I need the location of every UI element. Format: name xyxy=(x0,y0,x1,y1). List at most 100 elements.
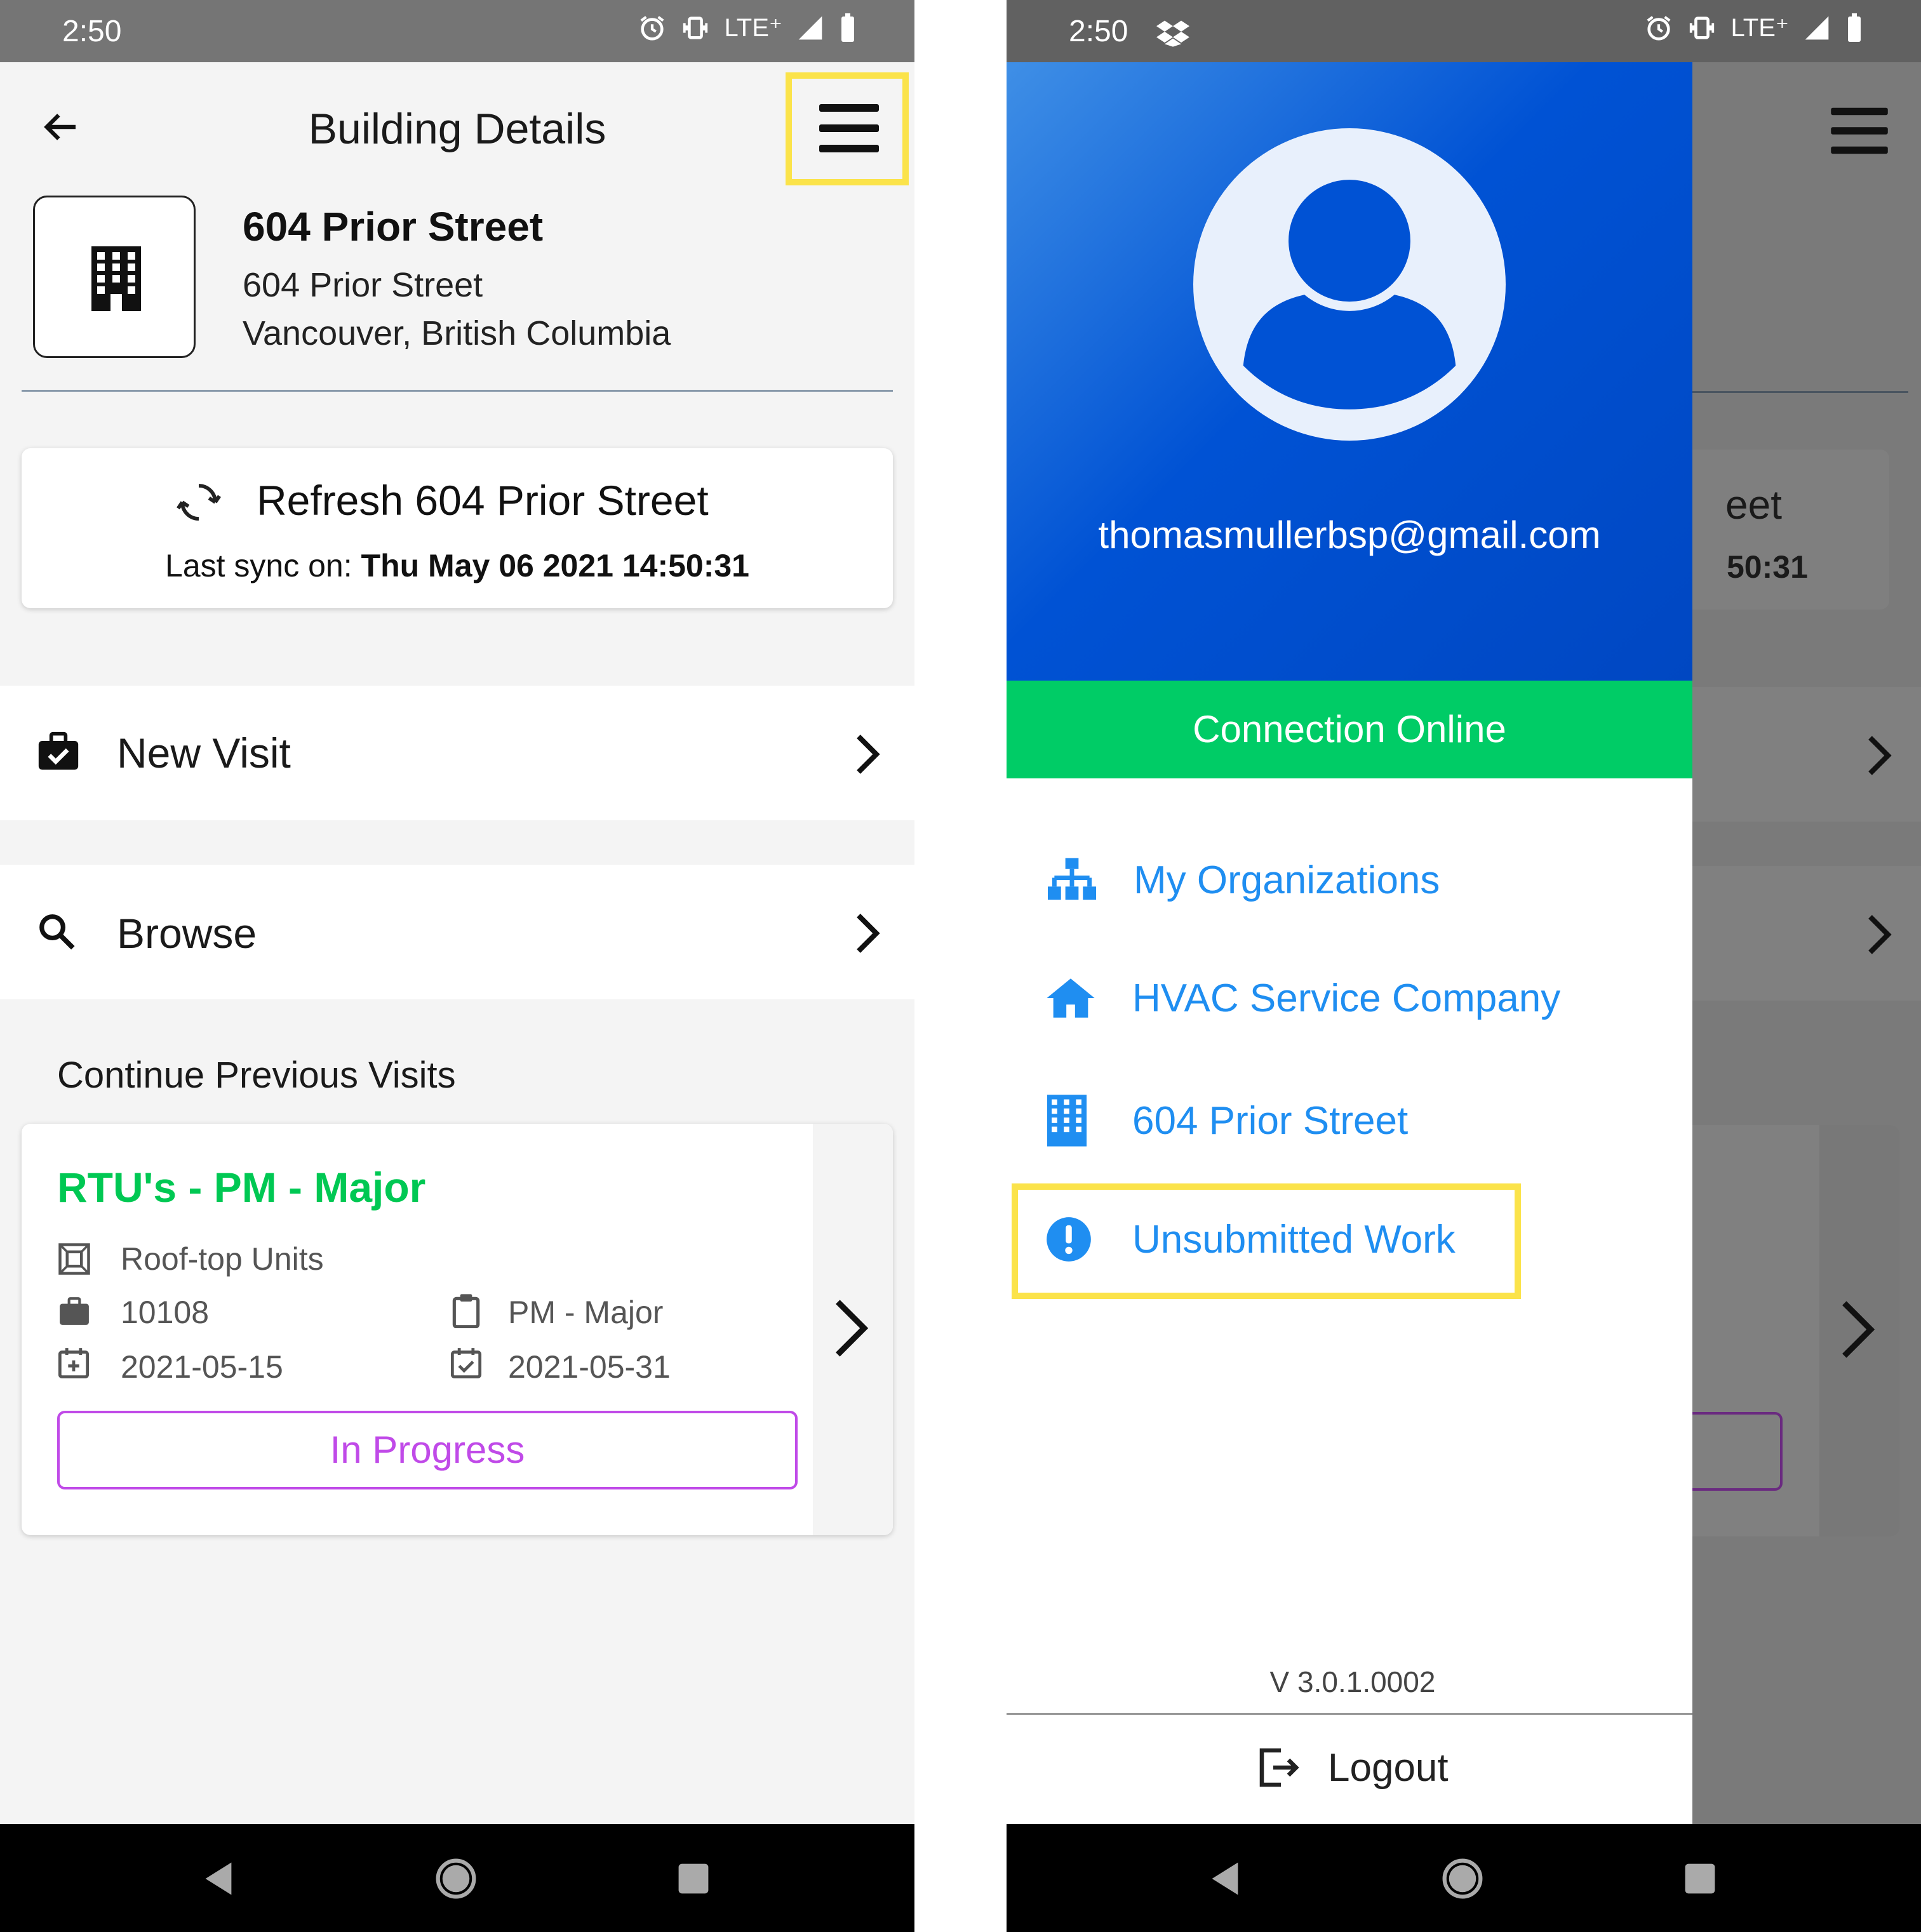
visit-card[interactable]: RTU's - PM - Major Roof-top Units 10108 … xyxy=(22,1124,893,1535)
calendar-check-icon xyxy=(450,1348,482,1379)
alarm-icon xyxy=(640,16,664,41)
chevron-right-icon xyxy=(1868,915,1892,954)
logout-button[interactable]: Logout xyxy=(1254,1745,1449,1790)
drawer-item-hvac-service-company[interactable]: HVAC Service Company xyxy=(1045,975,1560,1021)
divider xyxy=(22,390,893,392)
briefcase-icon xyxy=(60,1297,89,1325)
vibrate-icon xyxy=(1690,17,1715,39)
background-sync-fragment: 50:31 xyxy=(1727,549,1808,585)
chevron-right-icon xyxy=(1868,736,1892,775)
previous-visits-heading: Continue Previous Visits xyxy=(57,1055,456,1096)
status-bar: 2:50 LTE⁺ xyxy=(1007,0,1921,62)
connection-status-bar: Connection Online xyxy=(1007,681,1692,778)
browse-label: Browse xyxy=(117,910,257,957)
background-hamburger xyxy=(1831,105,1888,156)
recents-nav-icon[interactable] xyxy=(1683,1862,1717,1895)
visit-start-date: 2021-05-15 xyxy=(121,1349,283,1385)
background-visit-card xyxy=(1680,1125,1899,1536)
briefcase-check-icon xyxy=(38,731,79,770)
drawer-item-label: 604 Prior Street xyxy=(1132,1098,1409,1143)
drawer-item-label: HVAC Service Company xyxy=(1132,976,1561,1020)
nav-bar xyxy=(0,1824,914,1932)
visit-type: PM - Major xyxy=(508,1295,664,1330)
chevron-right-icon xyxy=(857,914,880,953)
home-nav-icon[interactable] xyxy=(434,1857,478,1900)
last-sync: Last sync on: Thu May 06 2021 14:50:31 xyxy=(22,547,893,584)
visit-card-chevron-area[interactable] xyxy=(813,1124,893,1535)
clipboard-icon xyxy=(452,1294,480,1328)
asset-icon xyxy=(58,1243,90,1275)
left-screen: 2:50 LTE⁺ Building Details 604 Prior Str… xyxy=(0,0,914,1932)
status-icons: LTE⁺ xyxy=(1644,13,1864,43)
chevron-right-icon xyxy=(1842,1301,1875,1358)
recents-nav-icon[interactable] xyxy=(677,1862,710,1895)
logout-icon xyxy=(1259,1748,1299,1787)
building-address-line2: Vancouver, British Columbia xyxy=(243,314,671,352)
background-divider xyxy=(1692,391,1908,393)
hamburger-menu-button[interactable] xyxy=(819,102,879,155)
app-version: V 3.0.1.0002 xyxy=(1269,1665,1436,1698)
chevron-right-icon xyxy=(836,1300,869,1357)
signal-icon xyxy=(798,16,822,40)
refresh-card[interactable]: Refresh 604 Prior Street Last sync on: T… xyxy=(22,448,893,608)
battery-icon xyxy=(841,13,854,42)
connection-label: Connection Online xyxy=(1193,708,1506,750)
drawer-footer-divider xyxy=(1007,1713,1692,1715)
page-title: Building Details xyxy=(308,105,606,153)
status-time: 2:50 xyxy=(62,15,122,48)
exclamation-circle-icon xyxy=(1047,1217,1091,1262)
right-screen: 2:50 LTE⁺ eet 50:31 thomasmullerbsp@gmai… xyxy=(1007,0,1921,1932)
background-refresh-fragment: eet xyxy=(1725,482,1782,528)
status-time: 2:50 xyxy=(1069,15,1128,48)
home-icon xyxy=(1047,978,1095,1018)
building-icon xyxy=(91,246,141,311)
sitemap-icon xyxy=(1048,858,1096,900)
building-address-line1: 604 Prior Street xyxy=(243,266,483,304)
new-visit-row[interactable]: New Visit xyxy=(0,686,914,820)
sync-prefix: Last sync on: xyxy=(165,548,352,583)
drawer-item-604-prior-street[interactable]: 604 Prior Street xyxy=(1045,1093,1408,1148)
user-email: thomasmullerbsp@gmail.com xyxy=(1098,514,1601,556)
avatar-icon xyxy=(1193,128,1506,441)
network-label: LTE⁺ xyxy=(1730,14,1789,42)
background-visit-chevron xyxy=(1819,1125,1899,1536)
refresh-label: Refresh 604 Prior Street xyxy=(257,477,709,524)
status-label: In Progress xyxy=(330,1429,525,1471)
visit-title: RTU's - PM - Major xyxy=(57,1164,426,1211)
sync-icon xyxy=(177,484,221,521)
signal-icon xyxy=(1805,16,1829,40)
building-thumbnail xyxy=(33,196,196,358)
hamburger-icon xyxy=(1831,107,1888,154)
background-refresh-card: eet 50:31 xyxy=(1692,450,1889,610)
drawer-header: thomasmullerbsp@gmail.com xyxy=(1007,62,1692,681)
visit-end-date: 2021-05-31 xyxy=(508,1349,671,1385)
calendar-plus-icon xyxy=(58,1348,90,1379)
status-badge[interactable]: In Progress xyxy=(57,1411,798,1489)
building-icon xyxy=(1047,1095,1087,1147)
new-visit-label: New Visit xyxy=(117,729,291,776)
drawer-item-unsubmitted-work[interactable]: Unsubmitted Work xyxy=(1045,1215,1456,1263)
dropbox-icon xyxy=(1156,20,1189,47)
drawer-item-my-organizations[interactable]: My Organizations xyxy=(1045,856,1440,904)
drawer-item-label: Unsubmitted Work xyxy=(1132,1217,1456,1262)
battery-icon xyxy=(1848,13,1861,42)
navigation-drawer: thomasmullerbsp@gmail.com Connection Onl… xyxy=(1007,62,1692,1824)
chevron-right-icon xyxy=(857,735,880,774)
visit-number: 10108 xyxy=(121,1295,210,1330)
back-nav-icon[interactable] xyxy=(202,1861,235,1896)
drawer-item-label: My Organizations xyxy=(1134,858,1440,902)
network-label: LTE⁺ xyxy=(724,14,782,42)
status-icons: LTE⁺ xyxy=(638,13,857,43)
building-name: 604 Prior Street xyxy=(243,204,544,250)
visit-asset: Roof-top Units xyxy=(121,1241,324,1277)
sync-value: Thu May 06 2021 14:50:31 xyxy=(361,548,749,583)
vibrate-icon xyxy=(683,17,708,39)
background-status-badge xyxy=(1680,1412,1783,1491)
browse-row[interactable]: Browse xyxy=(0,865,914,999)
hamburger-icon xyxy=(819,104,879,152)
back-nav-icon[interactable] xyxy=(1208,1861,1242,1896)
status-bar: 2:50 LTE⁺ xyxy=(0,0,914,62)
home-nav-icon[interactable] xyxy=(1441,1857,1484,1900)
nav-bar xyxy=(1007,1824,1921,1932)
search-icon xyxy=(39,914,75,950)
